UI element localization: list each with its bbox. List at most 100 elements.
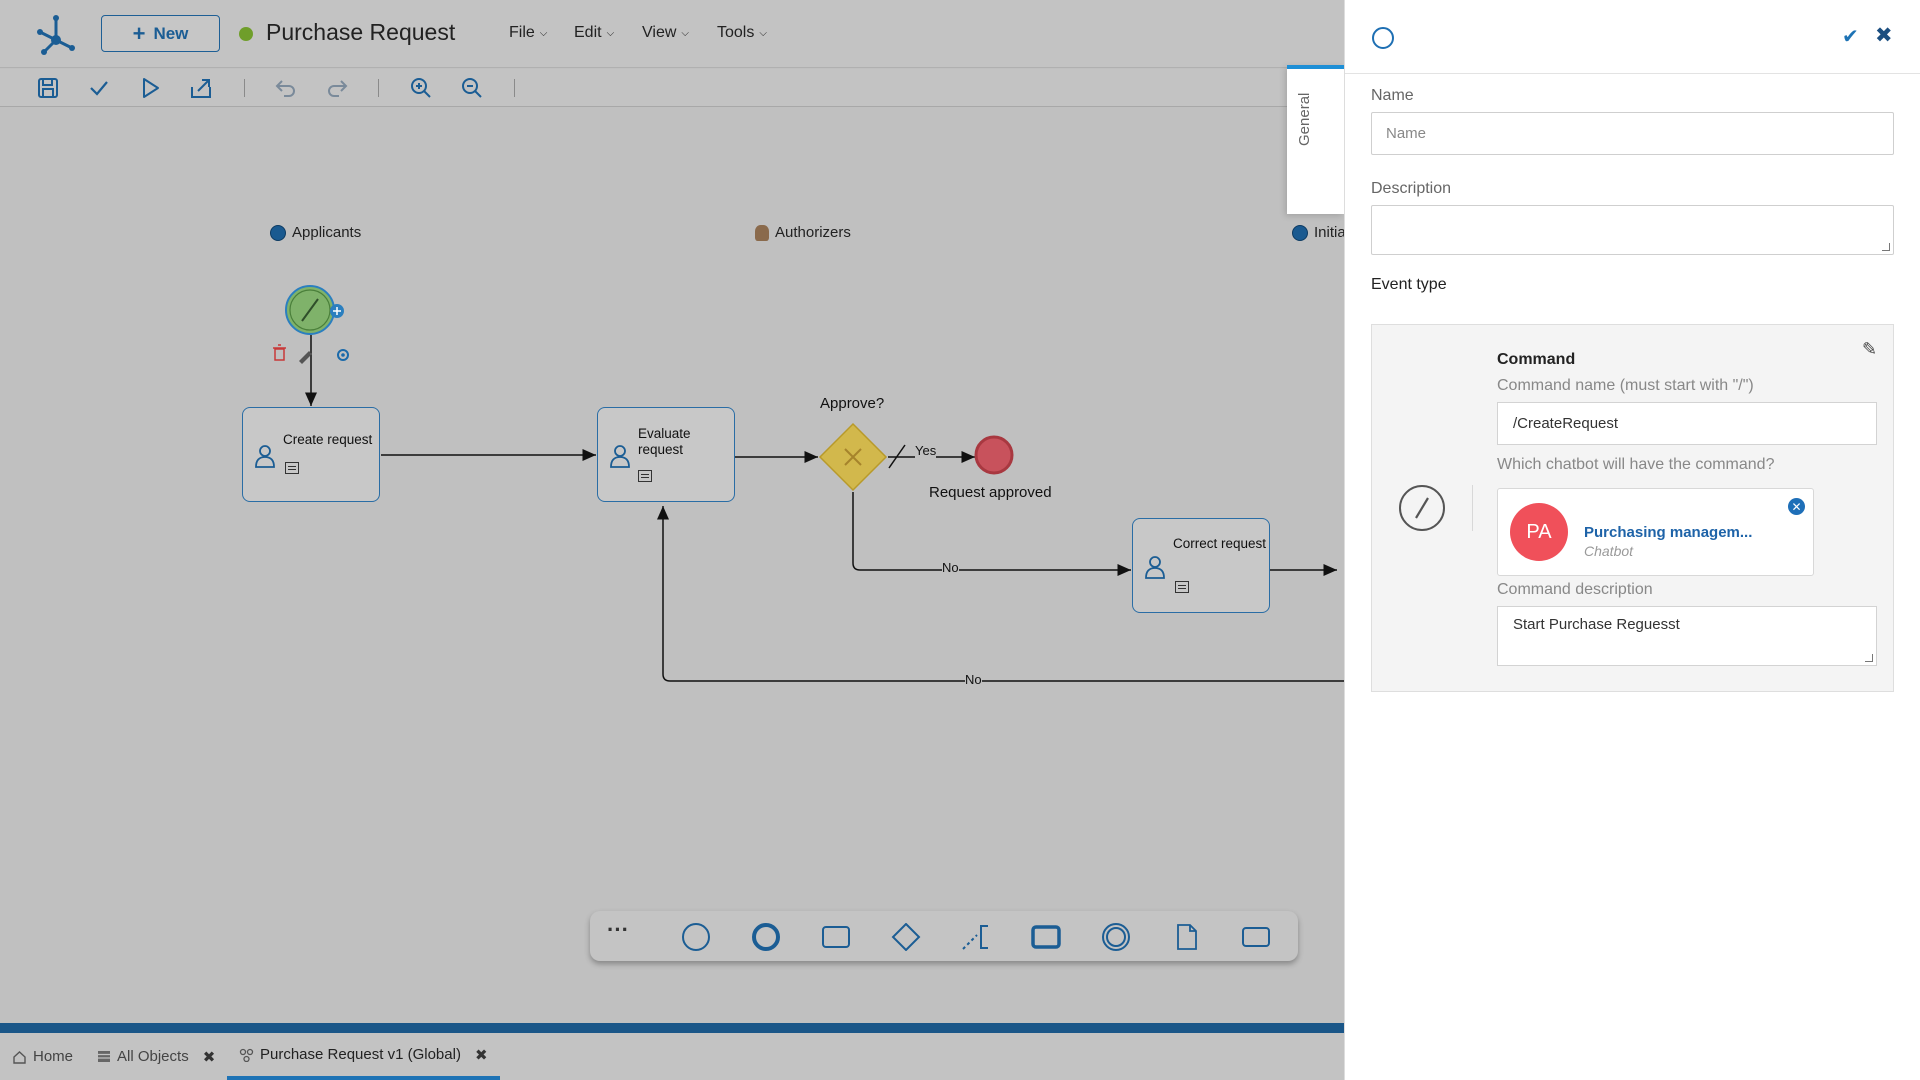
tabbar-divider bbox=[0, 1023, 1344, 1033]
task-label: Evaluate request bbox=[638, 426, 691, 457]
save-icon[interactable] bbox=[35, 75, 61, 101]
form-icon bbox=[285, 462, 299, 474]
app-logo-icon[interactable] bbox=[34, 12, 78, 56]
shape-palette: ··· bbox=[590, 911, 1298, 961]
end-event-label: Request approved bbox=[929, 484, 1052, 501]
chevron-down-icon: ⌵ bbox=[681, 27, 689, 39]
command-name-label: Command name (must start with "/") bbox=[1497, 377, 1754, 394]
close-icon[interactable]: ✖ bbox=[203, 1048, 216, 1066]
more-icon[interactable]: ··· bbox=[607, 919, 637, 951]
task-icon[interactable] bbox=[821, 923, 851, 951]
side-tab-label: General bbox=[1296, 92, 1313, 146]
lane-initiators[interactable]: Initia bbox=[1292, 224, 1346, 241]
new-button[interactable]: + New bbox=[101, 15, 220, 52]
end-event-icon[interactable] bbox=[751, 923, 781, 951]
globe-icon bbox=[270, 224, 286, 241]
start-event-icon[interactable] bbox=[681, 923, 711, 951]
form-icon bbox=[1175, 581, 1189, 593]
description-label: Description bbox=[1371, 180, 1452, 197]
menu-file[interactable]: File ⌵ bbox=[509, 24, 547, 42]
confirm-icon[interactable]: ✔ bbox=[1842, 24, 1859, 49]
name-label: Name bbox=[1371, 87, 1414, 104]
redo-icon[interactable] bbox=[324, 75, 350, 101]
gateway-label: Approve? bbox=[820, 395, 885, 412]
toolbar-divider bbox=[244, 79, 245, 97]
tab-general[interactable]: General bbox=[1287, 65, 1344, 214]
check-icon[interactable] bbox=[86, 75, 112, 101]
gateway-icon[interactable] bbox=[891, 923, 921, 951]
command-description-value: Start Purchase Reguesst bbox=[1513, 616, 1680, 633]
run-icon[interactable] bbox=[137, 75, 163, 101]
task-evaluate-request[interactable]: Evaluate request bbox=[597, 407, 735, 502]
command-description-field[interactable]: Start Purchase Reguesst bbox=[1497, 606, 1877, 666]
command-description-label: Command description bbox=[1497, 581, 1653, 598]
end-event bbox=[974, 435, 1014, 475]
lane-applicants[interactable]: Applicants bbox=[270, 224, 361, 241]
close-icon[interactable]: ✖ bbox=[475, 1046, 488, 1064]
tab-label: Home bbox=[33, 1048, 74, 1065]
menu-view[interactable]: View ⌵ bbox=[642, 24, 689, 42]
menu-file-label: File bbox=[509, 24, 535, 41]
data-object-icon[interactable] bbox=[1171, 923, 1201, 951]
menu-edit-label: Edit bbox=[574, 24, 602, 41]
command-event-icon bbox=[1399, 485, 1445, 531]
undo-icon[interactable] bbox=[273, 75, 299, 101]
command-name-field[interactable]: /CreateRequest bbox=[1497, 402, 1877, 445]
process-icon bbox=[239, 1048, 254, 1062]
task-label: Create request bbox=[283, 432, 373, 447]
tab-label: All Objects bbox=[117, 1048, 189, 1065]
user-task-icon bbox=[1145, 556, 1165, 579]
description-field[interactable] bbox=[1371, 205, 1894, 255]
user-task-icon bbox=[610, 445, 630, 468]
remove-chatbot-icon[interactable]: ✕ bbox=[1788, 498, 1805, 515]
zoom-in-icon[interactable] bbox=[408, 75, 434, 101]
diagram-canvas[interactable]: Applicants Authorizers Initia Create req… bbox=[0, 108, 1346, 1023]
lane-authorizers[interactable]: Authorizers bbox=[755, 224, 851, 241]
new-button-label: New bbox=[153, 23, 189, 43]
command-title: Command bbox=[1497, 351, 1576, 368]
pool-icon[interactable] bbox=[1241, 923, 1271, 951]
toolbar-divider bbox=[378, 79, 379, 97]
tab-home[interactable]: Home bbox=[0, 1033, 85, 1080]
task-label: Correct request bbox=[1173, 536, 1267, 551]
tab-all-objects[interactable]: All Objects ✖ bbox=[85, 1033, 227, 1080]
menu-tools-label: Tools bbox=[717, 24, 755, 41]
start-event-icon bbox=[1372, 27, 1394, 49]
subprocess-icon[interactable] bbox=[1031, 923, 1061, 951]
menu-tools[interactable]: Tools ⌵ bbox=[717, 24, 767, 42]
plus-icon: + bbox=[132, 20, 146, 46]
resize-handle[interactable] bbox=[1865, 654, 1873, 662]
flow-label-no: No bbox=[965, 672, 982, 687]
home-icon bbox=[13, 1050, 26, 1064]
lane-label: Applicants bbox=[292, 224, 362, 241]
settings-icon bbox=[337, 349, 349, 361]
export-icon[interactable] bbox=[188, 75, 214, 101]
intermediate-event-icon[interactable] bbox=[1101, 923, 1131, 951]
resize-handle[interactable] bbox=[1882, 243, 1890, 251]
flow-label-yes: Yes bbox=[915, 443, 937, 458]
status-indicator bbox=[239, 27, 253, 41]
chevron-down-icon: ⌵ bbox=[759, 27, 767, 39]
name-field[interactable]: Name bbox=[1371, 112, 1894, 155]
flow-label-no: No bbox=[942, 560, 959, 575]
chatbot-name[interactable]: Purchasing managem... bbox=[1584, 524, 1752, 541]
close-icon[interactable]: ✖ bbox=[1875, 23, 1893, 48]
command-card: ✎ Command Command name (must start with … bbox=[1371, 324, 1894, 692]
delete-icon bbox=[273, 344, 286, 361]
edit-icon[interactable]: ✎ bbox=[1862, 339, 1877, 360]
chevron-down-icon: ⌵ bbox=[606, 27, 615, 39]
zoom-out-icon[interactable] bbox=[459, 75, 485, 101]
avatar: PA bbox=[1510, 503, 1568, 561]
tab-purchase-request[interactable]: Purchase Request v1 (Global) ✖ bbox=[227, 1033, 500, 1080]
form-icon bbox=[638, 470, 652, 482]
task-create-request[interactable]: Create request bbox=[242, 407, 380, 502]
flow-gateway-correct bbox=[852, 492, 1131, 576]
app-header: + New Purchase Request File ⌵ Edit ⌵ View ⌵… bbox=[0, 0, 1344, 68]
task-correct-request[interactable]: Correct request bbox=[1132, 518, 1270, 613]
person-icon bbox=[755, 224, 769, 241]
globe-icon bbox=[1292, 224, 1308, 241]
chatbot-card[interactable]: PA Purchasing managem... Chatbot ✕ bbox=[1497, 488, 1814, 576]
menu-edit[interactable]: Edit ⌵ bbox=[574, 24, 614, 42]
edit-icon bbox=[299, 351, 312, 364]
annotation-icon[interactable] bbox=[961, 923, 991, 951]
